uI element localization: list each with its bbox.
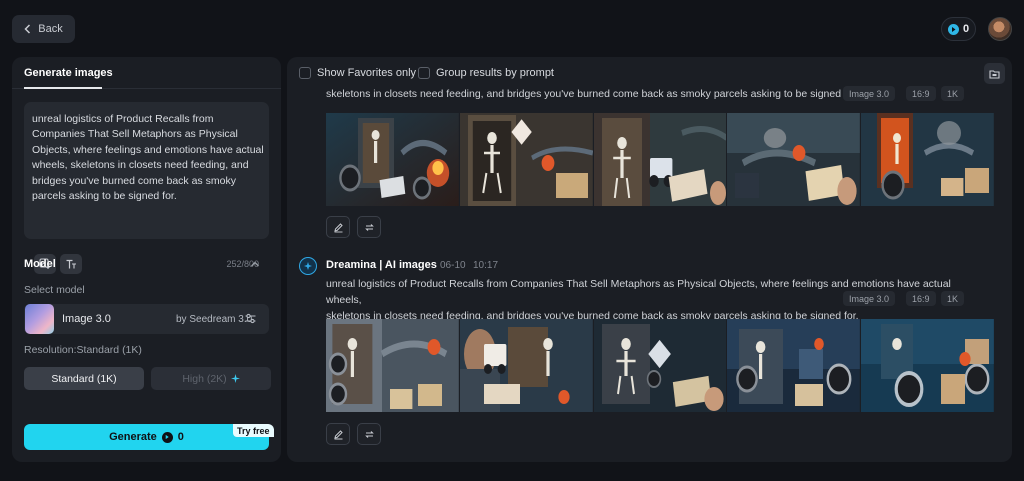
generated-image[interactable] [459,113,593,206]
back-button[interactable]: Back [12,15,75,43]
resolution-tag: 1K [941,291,965,306]
panel-tabbar: Generate images [12,57,281,89]
try-free-badge: Try free [233,424,274,437]
resolution-high-label: High (2K) [182,372,227,385]
generated-image[interactable] [593,319,727,412]
repeat-icon [364,430,374,438]
generated-image[interactable] [593,113,727,206]
generated-image[interactable] [861,113,994,206]
model-name: Image 3.0 [62,313,111,325]
pencil-icon [333,429,343,439]
folder-icon [989,69,1000,79]
generate-panel: Generate images unreal logistics of Prod… [12,57,281,462]
image-grid [326,113,994,206]
author-name: Dreamina | AI images [326,259,437,271]
show-favorites-checkbox[interactable] [299,67,311,79]
sparkle-icon [230,374,240,383]
credits-count: 0 [962,23,970,35]
pencil-icon [333,222,343,232]
folder-button[interactable] [984,63,1005,84]
text-format-icon [66,259,76,269]
image-grid [326,319,994,412]
resolution-standard-label: Standard (1K) [51,372,117,385]
model-section-title: Model [24,258,56,270]
credit-coin-icon [947,23,959,35]
prompt-textarea[interactable]: unreal logistics of Product Recalls from… [24,102,269,274]
show-favorites-label[interactable]: Show Favorites only [317,67,416,79]
group-prompt-text: skeletons in closets need feeding, and b… [326,88,846,100]
model-tag: Image 3.0 [843,86,896,101]
dreamina-logo-icon [299,257,317,275]
repeat-icon [364,223,374,231]
model-selector[interactable]: Image 3.0 by Seedream 3.0 [24,304,269,334]
model-tag: Image 3.0 [843,291,896,306]
credit-coin-icon [161,431,173,443]
generate-cost: 0 [177,431,184,443]
resolution-high-button[interactable]: High (2K) [151,367,271,390]
prompt-text[interactable]: unreal logistics of Product Recalls from… [32,112,264,204]
generated-image[interactable] [326,319,459,412]
credits-badge[interactable]: 0 [941,17,976,41]
text-style-button[interactable] [60,254,82,274]
group-by-prompt-label[interactable]: Group results by prompt [436,67,554,79]
generated-image[interactable] [861,319,994,412]
tab-generate-images[interactable]: Generate images [24,67,113,79]
back-label: Back [38,23,63,35]
group-by-prompt-checkbox[interactable] [418,67,430,79]
filter-bar: Show Favorites only Group results by pro… [287,57,1012,90]
result-date: 06-10 [440,260,466,271]
results-panel: Show Favorites only Group results by pro… [287,57,1012,462]
edit-button[interactable] [326,423,350,445]
resolution-standard-button[interactable]: Standard (1K) [24,367,144,390]
model-provider: by Seedream 3.0 [176,314,253,325]
ratio-tag: 16:9 [906,86,936,101]
chevron-left-icon [24,24,31,34]
avatar[interactable] [988,17,1012,41]
regenerate-button[interactable] [357,423,381,445]
generated-image[interactable] [727,319,861,412]
chevron-up-icon[interactable] [250,260,260,268]
ratio-tag: 16:9 [906,291,936,306]
generated-image[interactable] [727,113,861,206]
regenerate-button[interactable] [357,216,381,238]
result-group-header: Dreamina | AI images 06-10 10:17 [299,257,999,275]
generate-label: Generate [109,431,157,443]
active-tab-indicator [24,87,102,89]
result-time: 10:17 [473,260,499,271]
resolution-label: Resolution:Standard (1K) [24,344,142,356]
generated-image[interactable] [459,319,593,412]
select-model-label: Select model [24,284,85,296]
sliders-icon[interactable] [244,312,257,325]
resolution-tag: 1K [941,86,965,101]
edit-button[interactable] [326,216,350,238]
top-bar: Back 0 [0,0,1024,56]
generated-image[interactable] [326,113,459,206]
model-thumbnail [25,304,54,334]
